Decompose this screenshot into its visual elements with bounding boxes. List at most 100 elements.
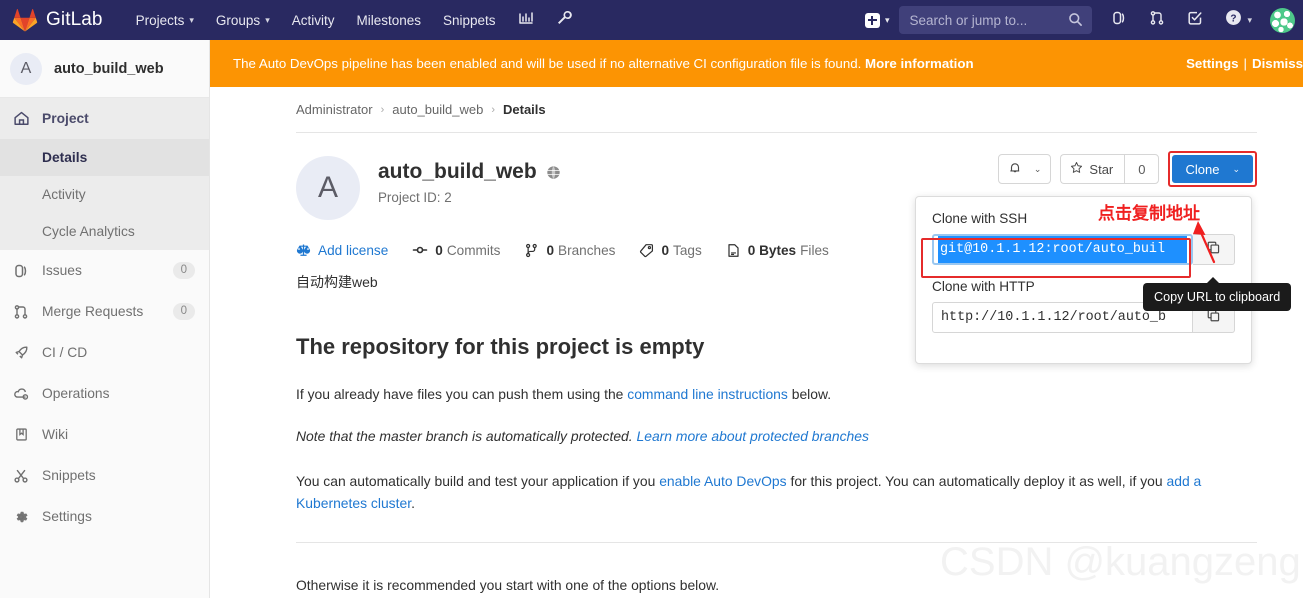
sidebar-project-header[interactable]: A auto_build_web xyxy=(0,40,209,98)
sidebar-item-snippets[interactable]: Snippets xyxy=(0,455,209,496)
stat-branches-label: Branches xyxy=(558,242,616,258)
plus-square-icon xyxy=(864,12,880,28)
clone-highlight-box: Clone ⌄ xyxy=(1168,151,1257,187)
auto-devops-mid: for this project. You can automatically … xyxy=(786,473,1167,490)
sidebar-item-project[interactable]: Project xyxy=(0,98,209,139)
star-count[interactable]: 0 xyxy=(1124,154,1160,184)
otherwise-paragraph: Otherwise it is recommended you start wi… xyxy=(296,577,720,594)
sidebar-project-group: Project Details Activity Cycle Analytics xyxy=(0,98,209,250)
nav-admin-wrench[interactable] xyxy=(545,0,583,40)
sidebar-item-details-label: Details xyxy=(42,150,88,165)
breadcrumb-project[interactable]: auto_build_web xyxy=(392,102,483,117)
search-input[interactable] xyxy=(899,6,1093,34)
notifications-button[interactable]: ⌄ xyxy=(997,154,1052,184)
todos-icon xyxy=(1187,10,1203,31)
nav-groups-label: Groups xyxy=(215,12,261,28)
issues-icon xyxy=(1111,10,1127,31)
stat-branches[interactable]: 0 Branches xyxy=(524,243,615,258)
home-icon xyxy=(12,110,30,127)
stat-tags-label: Tags xyxy=(673,242,702,258)
globe-icon xyxy=(546,165,561,180)
sidebar-item-operations[interactable]: Operations xyxy=(0,373,209,414)
new-item-button[interactable]: ▾ xyxy=(861,6,896,34)
nav-groups[interactable]: Groups ▾ xyxy=(205,0,281,40)
nav-activity[interactable]: Activity xyxy=(281,0,346,40)
topnav-right-cluster: ▾ Search or jump to... ? ▾ xyxy=(861,0,1303,40)
sidebar-item-cycle-analytics[interactable]: Cycle Analytics xyxy=(0,213,209,250)
protected-branch-note-text: Note that the master branch is automatic… xyxy=(296,427,637,444)
rocket-icon xyxy=(12,345,30,361)
topnav-issues-button[interactable] xyxy=(1100,0,1138,40)
sidebar-item-settings-label: Settings xyxy=(42,509,92,524)
stat-add-license-label: Add license xyxy=(318,242,389,258)
push-instructions-paragraph: If you already have files you can push t… xyxy=(296,384,1257,406)
stat-tags[interactable]: 0 Tags xyxy=(639,242,702,258)
gitlab-brand-label: GitLab xyxy=(46,9,103,30)
command-line-instructions-link[interactable]: command line instructions xyxy=(627,386,788,402)
gitlab-brand[interactable]: GitLab xyxy=(12,7,103,33)
tag-icon xyxy=(639,243,654,258)
sidebar-item-ci-cd[interactable]: CI / CD xyxy=(0,332,209,373)
sidebar-project-avatar: A xyxy=(10,52,42,85)
sidebar-item-project-label: Project xyxy=(42,111,89,126)
sidebar-item-merge-requests[interactable]: Merge Requests 0 xyxy=(0,291,209,332)
auto-devops-paragraph: You can automatically build and test you… xyxy=(296,471,1257,514)
nav-milestones-label: Milestones xyxy=(356,12,422,28)
chevron-down-icon: ▾ xyxy=(265,14,270,25)
stat-commits[interactable]: 0 Commits xyxy=(412,242,500,258)
sidebar-item-wiki[interactable]: Wiki xyxy=(0,414,209,455)
stat-commits-count: 0 xyxy=(435,242,443,258)
sidebar-item-activity[interactable]: Activity xyxy=(0,176,209,213)
alert-message-text: The Auto DevOps pipeline has been enable… xyxy=(233,56,866,71)
nav-snippets[interactable]: Snippets xyxy=(432,0,507,40)
nav-milestones[interactable]: Milestones xyxy=(345,0,432,40)
user-avatar[interactable] xyxy=(1270,7,1295,33)
sidebar-item-snippets-label: Snippets xyxy=(42,468,96,483)
top-navigation-bar: GitLab Projects ▾ Groups ▾ Activity Mile… xyxy=(0,0,1303,40)
wrench-icon xyxy=(556,10,572,31)
clone-button-label: Clone xyxy=(1185,161,1220,177)
sidebar-item-settings[interactable]: Settings xyxy=(0,496,209,537)
protected-branches-link[interactable]: Learn more about protected branches xyxy=(637,428,869,444)
nav-projects-label: Projects xyxy=(135,12,185,28)
nav-projects[interactable]: Projects ▾ xyxy=(125,0,205,40)
breadcrumb-administrator[interactable]: Administrator xyxy=(296,102,373,117)
auto-devops-alert-banner: The Auto DevOps pipeline has been enable… xyxy=(210,40,1303,87)
alert-settings-link[interactable]: Settings xyxy=(1186,56,1238,71)
clone-ssh-input[interactable]: git@10.1.1.12:root/auto_buil xyxy=(932,234,1193,265)
sidebar-item-ci-cd-label: CI / CD xyxy=(42,345,88,360)
topnav-todos-button[interactable] xyxy=(1176,0,1214,40)
topnav-merge-requests-button[interactable] xyxy=(1138,0,1176,40)
auto-devops-post: . xyxy=(411,494,415,511)
stat-add-license[interactable]: Add license xyxy=(296,243,388,258)
project-meta: auto_build_web Project ID: 2 xyxy=(378,156,561,205)
sidebar-item-issues[interactable]: Issues 0 xyxy=(0,250,209,291)
star-button[interactable]: Star xyxy=(1060,154,1125,184)
star-control: Star 0 xyxy=(1060,154,1160,184)
page-title: auto_build_web xyxy=(378,160,561,184)
section-divider xyxy=(296,542,1257,544)
gear-icon xyxy=(12,509,30,525)
alert-dismiss-link[interactable]: Dismiss xyxy=(1252,56,1303,71)
search-box[interactable] xyxy=(899,6,1093,34)
primary-nav-links: Projects ▾ Groups ▾ Activity Milestones … xyxy=(125,0,583,40)
chevron-down-icon: ⌄ xyxy=(1033,163,1042,174)
nav-analytics[interactable] xyxy=(507,0,545,40)
alert-more-information-link[interactable]: More information xyxy=(865,56,974,71)
stat-files-size[interactable]: 0 Bytes Files xyxy=(726,243,829,258)
issues-icon xyxy=(12,263,30,279)
clone-ssh-url-value: git@10.1.1.12:root/auto_buil xyxy=(938,236,1187,263)
cloud-gear-icon xyxy=(12,385,30,402)
sidebar-item-details[interactable]: Details xyxy=(0,139,209,176)
alert-actions: Settings | Dismiss xyxy=(1186,56,1303,71)
auto-devops-pre: You can automatically build and test you… xyxy=(296,473,660,490)
scissors-icon xyxy=(12,468,30,484)
sidebar-merge-requests-count: 0 xyxy=(172,302,195,321)
topnav-help-button[interactable]: ? ▾ xyxy=(1214,0,1263,40)
clone-button[interactable]: Clone ⌄ xyxy=(1172,155,1253,183)
sidebar-project-name: auto_build_web xyxy=(54,60,164,77)
gitlab-app: GitLab Projects ▾ Groups ▾ Activity Mile… xyxy=(0,0,1303,598)
enable-auto-devops-link[interactable]: enable Auto DevOps xyxy=(659,473,786,489)
chevron-down-icon: ▾ xyxy=(884,14,890,25)
merge-request-icon xyxy=(1149,10,1165,31)
